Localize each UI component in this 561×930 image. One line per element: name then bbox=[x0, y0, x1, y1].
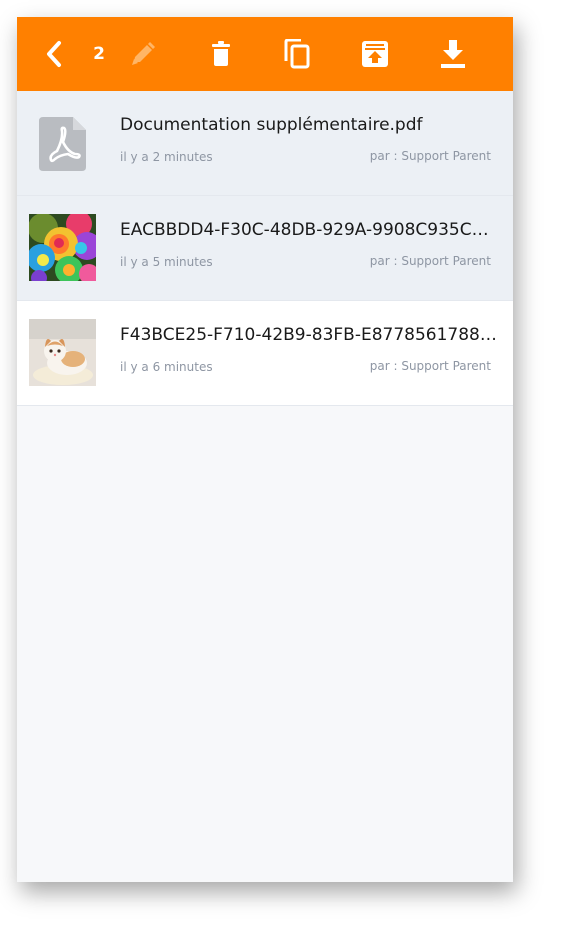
file-author: par : Support Parent bbox=[369, 149, 491, 163]
file-author: par : Support Parent bbox=[369, 359, 491, 373]
file-time: il y a 5 minutes bbox=[120, 255, 213, 269]
file-name: Documentation supplémentaire.pdf bbox=[120, 115, 423, 135]
pencil-icon bbox=[132, 42, 155, 65]
kitten-image bbox=[29, 319, 96, 386]
file-list: Documentation supplémentaire.pdf il y a … bbox=[17, 91, 513, 406]
file-row-image[interactable]: F43BCE25-F710-42B9-83FB-E87785617889.jpg… bbox=[17, 301, 513, 406]
pdf-file-icon bbox=[29, 109, 96, 176]
file-author: par : Support Parent bbox=[369, 254, 491, 268]
rainbow-roses-image bbox=[29, 214, 96, 281]
selection-count: 2 bbox=[93, 44, 105, 64]
file-name: F43BCE25-F710-42B9-83FB-E87785617889.jpg bbox=[120, 325, 498, 345]
file-name: EACBBDD4-F30C-48DB-929A-9908C935CD4... bbox=[120, 220, 498, 240]
download-button[interactable] bbox=[435, 17, 471, 91]
file-time: il y a 6 minutes bbox=[120, 360, 213, 374]
copy-icon bbox=[284, 39, 310, 69]
archive-button[interactable] bbox=[357, 17, 393, 91]
file-row-pdf[interactable]: Documentation supplémentaire.pdf il y a … bbox=[17, 91, 513, 196]
file-time: il y a 2 minutes bbox=[120, 150, 213, 164]
file-row-image[interactable]: EACBBDD4-F30C-48DB-929A-9908C935CD4... i… bbox=[17, 196, 513, 301]
delete-button[interactable] bbox=[203, 17, 239, 91]
copy-button[interactable] bbox=[279, 17, 315, 91]
chevron-left-icon bbox=[47, 41, 61, 67]
selection-toolbar: 2 bbox=[17, 17, 513, 91]
app-screen: 2 Documentation supplémentaire.pdf il y … bbox=[17, 17, 513, 882]
edit-button[interactable] bbox=[125, 17, 161, 91]
back-button[interactable] bbox=[37, 17, 71, 91]
archive-upload-icon bbox=[362, 41, 388, 67]
trash-icon bbox=[212, 41, 230, 66]
download-icon bbox=[441, 40, 465, 68]
